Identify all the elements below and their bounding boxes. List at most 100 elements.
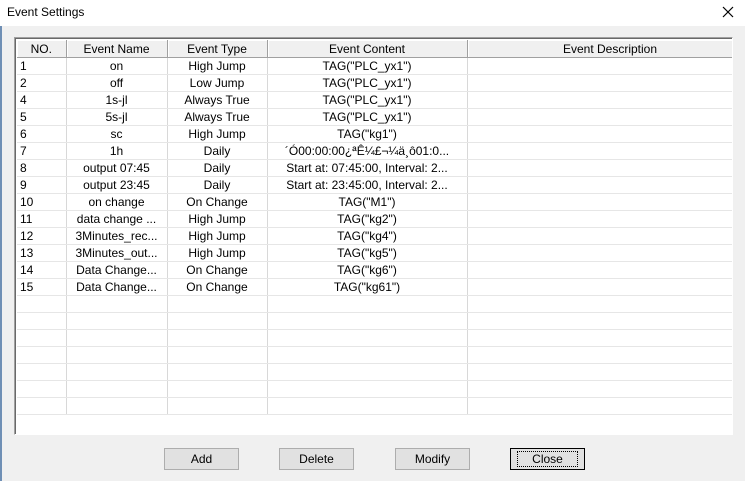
empty-cell	[267, 329, 468, 347]
cell-event-content: TAG("M1")	[267, 193, 468, 211]
empty-row	[17, 329, 732, 347]
empty-row	[17, 363, 732, 381]
cell-event-content: TAG("PLC_yx1")	[267, 57, 468, 75]
table-row[interactable]: 7 1h Daily ´Ó00:00:00¿ªÊ¼£¬¼ä¸ô01:0...	[17, 142, 732, 160]
close-button-label: Close	[517, 451, 578, 467]
cell-event-description	[467, 244, 732, 262]
close-icon[interactable]	[717, 1, 739, 23]
cell-event-name: 5s-jl	[66, 108, 168, 126]
empty-row	[17, 380, 732, 398]
empty-cell	[167, 363, 268, 381]
table-row[interactable]: 4 1s-jl Always True TAG("PLC_yx1")	[17, 91, 732, 109]
table-row[interactable]: 1 on High Jump TAG("PLC_yx1")	[17, 57, 732, 75]
cell-no: 8	[17, 159, 67, 177]
empty-cell	[267, 312, 468, 330]
event-list[interactable]: NO. Event Name Event Type Event Content …	[14, 37, 733, 435]
cell-event-type: Always True	[167, 91, 268, 109]
cell-event-type: On Change	[167, 193, 268, 211]
cell-event-content: TAG("PLC_yx1")	[267, 74, 468, 92]
cell-event-type: High Jump	[167, 210, 268, 228]
cell-event-type: Daily	[167, 159, 268, 177]
window-title: Event Settings	[7, 5, 85, 19]
cell-event-content: TAG("kg61")	[267, 278, 468, 296]
table-row[interactable]: 15 Data Change... On Change TAG("kg61")	[17, 278, 732, 296]
cell-event-name: output 23:45	[66, 176, 168, 194]
cell-event-name: off	[66, 74, 168, 92]
add-button[interactable]: Add	[164, 448, 239, 470]
cell-event-name: output 07:45	[66, 159, 168, 177]
empty-cell	[17, 397, 67, 415]
cell-no: 11	[17, 210, 67, 228]
event-table: NO. Event Name Event Type Event Content …	[17, 40, 732, 415]
cell-event-type: High Jump	[167, 244, 268, 262]
cell-event-name: 3Minutes_rec...	[66, 227, 168, 245]
empty-cell	[167, 295, 268, 313]
column-header-event-content[interactable]: Event Content	[267, 40, 468, 58]
empty-cell	[66, 295, 168, 313]
cell-event-description	[467, 278, 732, 296]
table-row[interactable]: 10 on change On Change TAG("M1")	[17, 193, 732, 211]
cell-event-description	[467, 142, 732, 160]
empty-cell	[467, 363, 732, 381]
table-row[interactable]: 5 5s-jl Always True TAG("PLC_yx1")	[17, 108, 732, 126]
empty-row	[17, 397, 732, 415]
column-header-event-name[interactable]: Event Name	[66, 40, 168, 58]
cell-event-name: on	[66, 57, 168, 75]
empty-cell	[17, 295, 67, 313]
cell-event-content: TAG("kg1")	[267, 125, 468, 143]
empty-cell	[267, 397, 468, 415]
table-row[interactable]: 11 data change ... High Jump TAG("kg2")	[17, 210, 732, 228]
cell-no: 4	[17, 91, 67, 109]
cell-event-description	[467, 91, 732, 109]
cell-event-type: Daily	[167, 176, 268, 194]
delete-button[interactable]: Delete	[279, 448, 354, 470]
table-body: 1 on High Jump TAG("PLC_yx1") 2 off Low Jump TA…	[17, 57, 732, 415]
cell-event-type: High Jump	[167, 125, 268, 143]
cell-event-name: Data Change...	[66, 261, 168, 279]
empty-cell	[467, 346, 732, 364]
column-header-event-description[interactable]: Event Description	[467, 40, 732, 58]
cell-event-type: Daily	[167, 142, 268, 160]
cell-event-type: Low Jump	[167, 74, 268, 92]
table-row[interactable]: 9 output 23:45 Daily Start at: 23:45:00, In…	[17, 176, 732, 194]
empty-cell	[167, 312, 268, 330]
cell-no: 6	[17, 125, 67, 143]
cell-no: 13	[17, 244, 67, 262]
cell-event-description	[467, 125, 732, 143]
table-row[interactable]: 8 output 07:45 Daily Start at: 07:45:00, In…	[17, 159, 732, 177]
cell-event-content: Start at: 07:45:00, Interval: 2...	[267, 159, 468, 177]
cell-event-content: ´Ó00:00:00¿ªÊ¼£¬¼ä¸ô01:0...	[267, 142, 468, 160]
empty-cell	[66, 329, 168, 347]
column-header-no[interactable]: NO.	[17, 40, 67, 58]
column-header-event-type[interactable]: Event Type	[167, 40, 268, 58]
table-row[interactable]: 13 3Minutes_out... High Jump TAG("kg5")	[17, 244, 732, 262]
cell-no: 9	[17, 176, 67, 194]
empty-row	[17, 312, 732, 330]
cell-event-description	[467, 108, 732, 126]
empty-cell	[167, 346, 268, 364]
header-row: NO. Event Name Event Type Event Content …	[17, 40, 732, 58]
cell-no: 15	[17, 278, 67, 296]
cell-event-content: TAG("kg6")	[267, 261, 468, 279]
close-button[interactable]: Close	[510, 448, 585, 470]
empty-cell	[167, 380, 268, 398]
cell-event-type: High Jump	[167, 57, 268, 75]
table-row[interactable]: 2 off Low Jump TAG("PLC_yx1")	[17, 74, 732, 92]
empty-cell	[66, 363, 168, 381]
table-row[interactable]: 6 sc High Jump TAG("kg1")	[17, 125, 732, 143]
cell-event-name: 1h	[66, 142, 168, 160]
cell-event-content: TAG("kg2")	[267, 210, 468, 228]
empty-cell	[17, 346, 67, 364]
cell-no: 2	[17, 74, 67, 92]
modify-button[interactable]: Modify	[395, 448, 470, 470]
table-row[interactable]: 14 Data Change... On Change TAG("kg6")	[17, 261, 732, 279]
cell-event-type: Always True	[167, 108, 268, 126]
cell-event-description	[467, 261, 732, 279]
empty-cell	[66, 346, 168, 364]
table-row[interactable]: 12 3Minutes_rec... High Jump TAG("kg4")	[17, 227, 732, 245]
empty-cell	[267, 346, 468, 364]
cell-no: 7	[17, 142, 67, 160]
empty-cell	[467, 329, 732, 347]
cell-event-type: On Change	[167, 261, 268, 279]
empty-cell	[17, 380, 67, 398]
